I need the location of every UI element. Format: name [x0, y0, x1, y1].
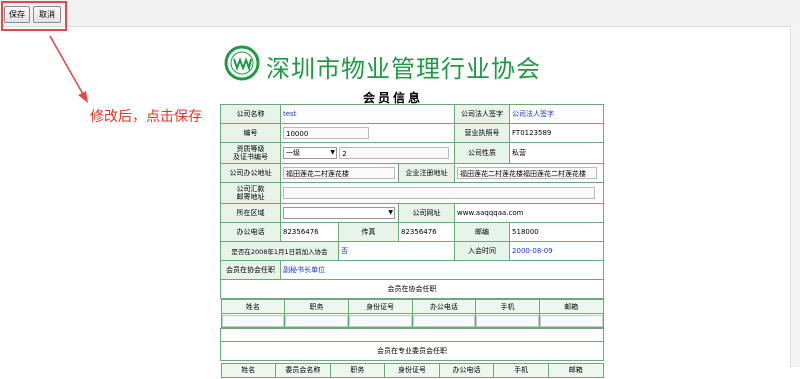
member-info-form: 公司名称 test 公司法人签字 公司法人签字 编号 10000 营业执照号 F…	[219, 104, 605, 379]
assoc-section-title: 会员在协会任职	[219, 279, 605, 299]
assoc-id-input[interactable]	[349, 314, 412, 327]
join-time-label: 入会时间	[454, 241, 511, 261]
assoc-col-email: 邮箱	[538, 299, 604, 314]
number-label: 编号	[220, 123, 281, 143]
join-time-field[interactable]: 2000-08-09	[509, 241, 605, 261]
assoc-title-input[interactable]	[285, 314, 348, 327]
assoc-name-input[interactable]	[221, 314, 284, 327]
fax-field[interactable]: 82356476	[397, 222, 456, 242]
legal-sign-label: 公司法人签字	[454, 104, 511, 124]
legal-sign-link[interactable]: 公司法人签字	[509, 104, 605, 124]
joined-before-2008-label: 是否在2008年1月1日前加入协会	[220, 241, 339, 261]
postcode-label: 邮编	[454, 222, 511, 242]
association-logo-icon	[224, 45, 260, 81]
remit-address-label-line2: 邮寄地址	[236, 193, 265, 201]
joined-before-2008-field[interactable]: 否	[337, 241, 456, 261]
position-field[interactable]: 副秘书长单位	[279, 260, 605, 280]
committee-col-title: 职务	[329, 362, 386, 378]
fax-label: 传真	[338, 222, 399, 242]
license-field[interactable]: FT0123589	[509, 123, 605, 143]
office-address-field[interactable]: 福田莲花二村莲花楼	[283, 167, 395, 179]
chevron-down-icon: ▼	[388, 209, 393, 216]
top-toolbar: 保存 取消	[0, 0, 800, 27]
company-name-field[interactable]: test	[279, 104, 456, 124]
remit-address-label: 公司汇款 邮寄地址	[220, 182, 281, 204]
vertical-scrollbar[interactable]	[790, 26, 800, 367]
qualification-label: 资质等级 及证书编号	[220, 142, 281, 164]
qualification-label-line1: 资质等级	[236, 145, 265, 153]
committee-col-committee: 委员会名称	[275, 362, 331, 378]
assoc-office-phone-input[interactable]	[413, 314, 475, 327]
reg-address-label: 企业注册地址	[397, 163, 456, 183]
committee-col-id: 身份证号	[384, 362, 440, 378]
annotation-note: 修改后，点击保存	[90, 109, 202, 125]
assoc-col-name: 姓名	[220, 299, 286, 314]
reg-address-field[interactable]: 福田莲花二村莲花楼福田莲花二村莲花楼	[457, 167, 598, 179]
assoc-mobile-input[interactable]	[476, 314, 539, 327]
qualification-level-value: 一级	[286, 149, 300, 157]
qualification-label-line2: 及证书编号	[233, 153, 268, 161]
company-name-label: 公司名称	[220, 104, 281, 124]
remit-address-label-line1: 公司汇款	[236, 185, 265, 193]
license-label: 营业执照号	[454, 123, 511, 143]
position-label: 会员在协会任职	[220, 260, 281, 280]
office-phone-field[interactable]: 82356476	[280, 222, 339, 242]
assoc-col-id: 身份证号	[347, 299, 413, 314]
website-label: 公司网址	[397, 203, 456, 223]
committee-section-title: 会员在专业委员会任职	[219, 341, 605, 361]
number-field[interactable]: 10000	[283, 127, 369, 139]
committee-col-name: 姓名	[220, 362, 277, 378]
nature-field[interactable]: 私营	[509, 142, 605, 164]
office-address-label: 公司办公地址	[220, 163, 281, 183]
assoc-col-office-phone: 办公电话	[411, 299, 477, 314]
committee-col-office-phone: 办公电话	[438, 362, 495, 378]
chevron-down-icon: ▼	[330, 149, 335, 156]
district-label: 所在区域	[220, 203, 281, 223]
assoc-email-input[interactable]	[540, 314, 603, 327]
committee-positions-table: 姓名 委员会名称 职务 身份证号 办公电话 手机 邮箱	[220, 362, 604, 378]
district-select[interactable]: ▼	[283, 207, 395, 219]
assoc-col-mobile: 手机	[475, 299, 540, 314]
nature-label: 公司性质	[454, 142, 511, 164]
annotation-arrow	[49, 35, 88, 103]
committee-col-mobile: 手机	[493, 362, 549, 378]
qualification-cert-field[interactable]: 2	[339, 147, 450, 159]
qualification-level-select[interactable]: 一级 ▼	[283, 147, 337, 159]
committee-col-email: 邮箱	[547, 362, 604, 378]
remit-address-field[interactable]	[283, 187, 595, 199]
assoc-col-title: 职务	[284, 299, 349, 314]
office-phone-label: 办公电话	[220, 222, 281, 242]
website-field[interactable]: www.aaqqqaa.com	[454, 203, 605, 223]
postcode-field[interactable]: 518000	[509, 222, 605, 242]
assoc-positions-table: 姓名 职务 身份证号 办公电话 手机 邮箱	[220, 299, 604, 328]
org-title: 深圳市物业管理行业协会	[266, 55, 541, 83]
